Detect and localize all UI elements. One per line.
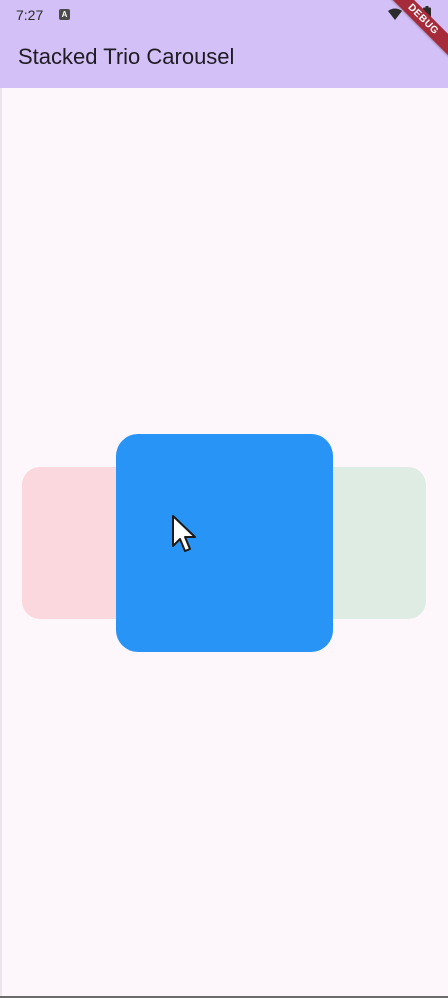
pointer-cursor-icon: [172, 515, 196, 552]
carousel-card-center[interactable]: [116, 434, 333, 652]
status-time: 7:27: [16, 7, 44, 23]
app-notification-icon: A: [59, 9, 70, 20]
wifi-icon: [388, 8, 402, 20]
page-title: Stacked Trio Carousel: [18, 44, 235, 69]
app-header: 7:27 A DEBUG Stacked Trio Carousel: [0, 0, 448, 88]
